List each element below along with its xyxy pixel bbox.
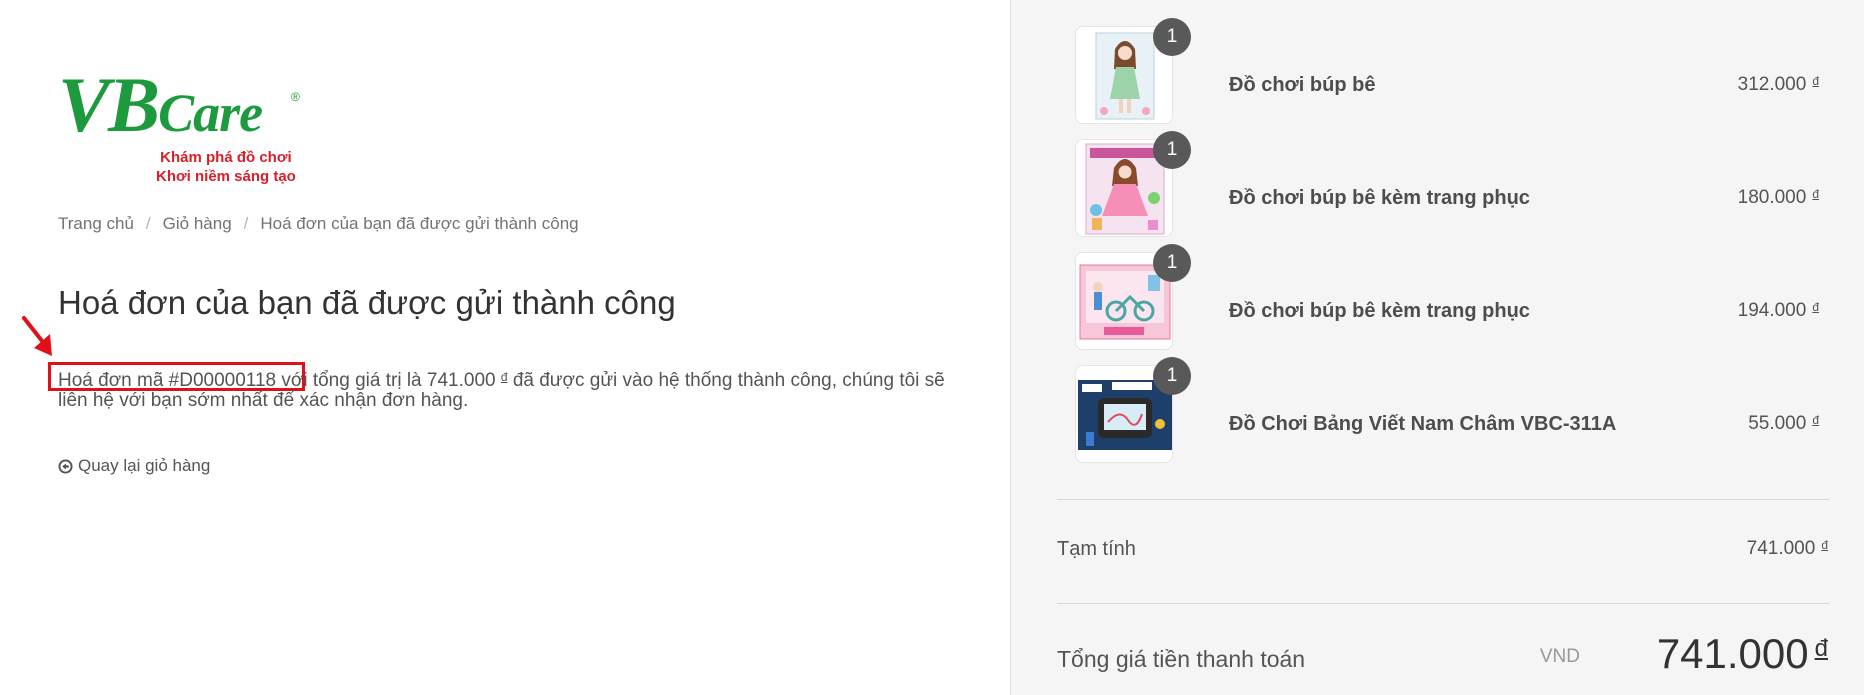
order-summary-sidebar: 1 Đồ chơi búp bê 312.000 đ 1 Đồ chơi búp … — [1010, 0, 1864, 695]
back-to-cart-link[interactable]: Quay lại giỏ hàng — [58, 456, 210, 476]
message-currency: đ — [500, 370, 508, 384]
item-price: 312.000 đ — [1738, 74, 1819, 96]
quantity-badge: 1 — [1153, 244, 1191, 282]
item-name: Đồ chơi búp bê kèm trang phục — [1229, 300, 1530, 322]
message-part-1: với tổng giá trị là 741.000 — [276, 370, 501, 391]
breadcrumb-home[interactable]: Trang chủ — [58, 214, 134, 233]
order-confirmation-panel: VBCare ® Khám phá đồ chơi Khơi niềm sáng… — [0, 0, 1010, 695]
subtotal-label: Tạm tính — [1057, 538, 1136, 560]
item-price: 180.000 đ — [1738, 187, 1819, 209]
subtotal-currency: đ — [1821, 538, 1828, 552]
confirmation-message: Hoá đơn mã #D00000118 với tổng giá trị l… — [58, 367, 958, 411]
breadcrumb-cart[interactable]: Giỏ hàng — [163, 214, 232, 233]
total-label: Tổng giá tiền thanh toán — [1057, 646, 1306, 672]
back-link-label: Quay lại giỏ hàng — [78, 456, 211, 475]
logo-vb: VB — [58, 61, 160, 148]
summary-divider — [1057, 499, 1829, 500]
item-name: Đồ Chơi Bảng Viết Nam Châm VBC-311A — [1229, 413, 1617, 435]
total-amount: 741.000 — [1656, 630, 1809, 677]
logo-registered-mark: ® — [291, 90, 300, 104]
quantity-badge: 1 — [1153, 357, 1191, 395]
subtotal-value: 741.000 đ — [1747, 538, 1828, 560]
breadcrumb-current: Hoá đơn của bạn đã được gửi thành công — [260, 214, 579, 233]
item-price-currency: đ — [1812, 300, 1819, 314]
breadcrumb-separator: / — [243, 214, 249, 233]
order-item: 1 Đồ Chơi Bảng Viết Nam Châm VBC-311A 55… — [1065, 357, 1851, 463]
logo-care: Care — [158, 83, 263, 143]
logo-tagline-1: Khám phá đồ chơi — [160, 149, 292, 166]
circle-arrow-left-icon — [58, 458, 73, 474]
logo-tagline-2: Khơi niềm sáng tạo — [156, 168, 296, 185]
item-price: 55.000 đ — [1748, 413, 1819, 435]
total-currency-code: VND — [1539, 646, 1580, 667]
order-item: 1 Đồ chơi búp bê kèm trang phục 194.000 đ — [1065, 244, 1851, 350]
item-price-value: 312.000 — [1737, 74, 1807, 95]
item-price-value: 194.000 — [1737, 300, 1807, 321]
subtotal-amount: 741.000 — [1746, 538, 1816, 559]
item-price-value: 180.000 — [1737, 187, 1807, 208]
item-name: Đồ chơi búp bê — [1229, 74, 1376, 96]
item-price-currency: đ — [1812, 74, 1819, 88]
item-price: 194.000 đ — [1738, 300, 1819, 322]
quantity-badge: 1 — [1153, 131, 1191, 169]
order-item: 1 Đồ chơi búp bê 312.000 đ — [1065, 18, 1851, 124]
item-name: Đồ chơi búp bê kèm trang phục — [1229, 187, 1530, 209]
order-reference: Hoá đơn mã #D00000118 — [58, 370, 277, 391]
breadcrumb: Trang chủ / Giỏ hàng / Hoá đơn của bạn đã đư… — [58, 214, 579, 234]
item-price-currency: đ — [1812, 413, 1819, 427]
logo-wordmark: VBCare — [58, 66, 263, 144]
order-item: 1 Đồ chơi búp bê kèm trang phục 180.000 đ — [1065, 131, 1851, 237]
red-arrow-icon — [22, 316, 52, 356]
quantity-badge: 1 — [1153, 18, 1191, 56]
page-title: Hoá đơn của bạn đã được gửi thành công — [58, 284, 676, 321]
total-value: 741.000 đ — [1657, 630, 1828, 678]
summary-divider — [1057, 603, 1829, 604]
breadcrumb-separator: / — [145, 214, 151, 233]
logo-tagline: Khám phá đồ chơi Khơi niềm sáng tạo — [156, 148, 296, 186]
item-price-value: 55.000 — [1748, 413, 1807, 434]
item-price-currency: đ — [1812, 187, 1819, 201]
total-currency-symbol: đ — [1814, 635, 1828, 662]
vbcare-logo[interactable]: VBCare ® Khám phá đồ chơi Khơi niềm sáng… — [58, 66, 318, 196]
